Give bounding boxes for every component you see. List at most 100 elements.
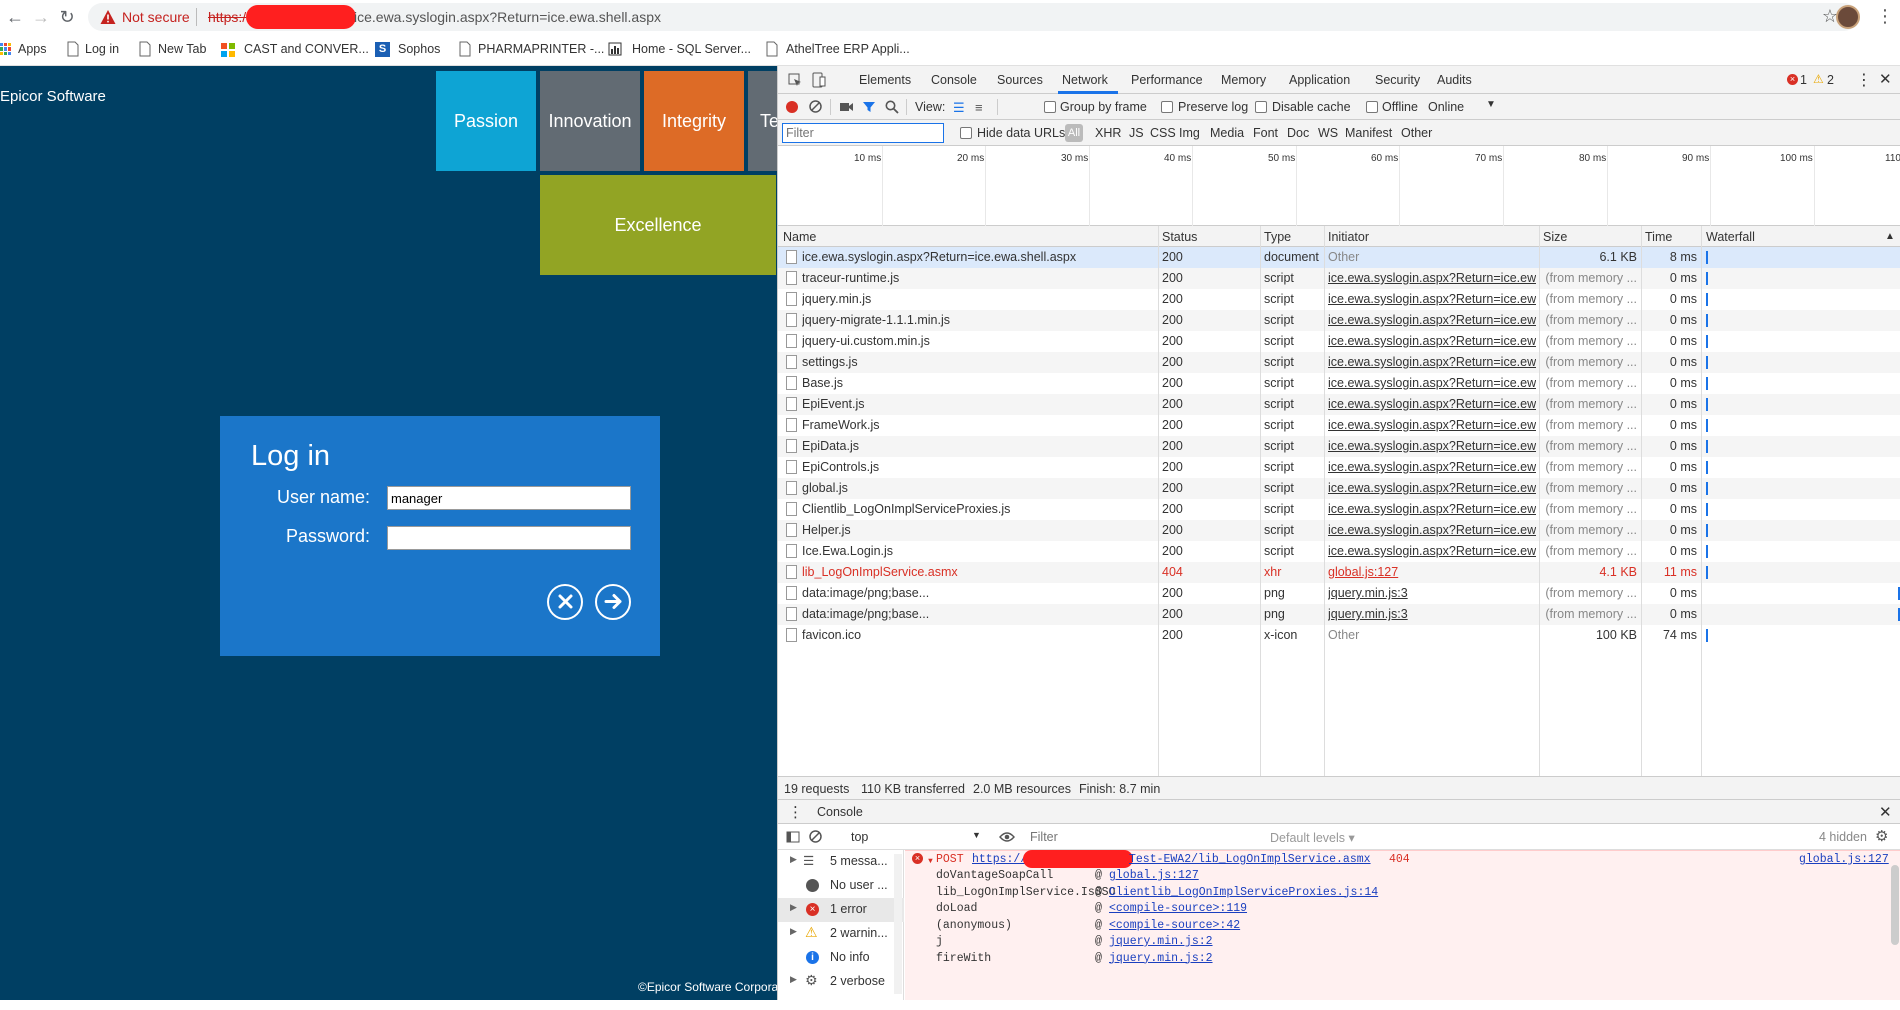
stack-location-link[interactable]: Clientlib_LogOnImplServiceProxies.js:14: [1109, 886, 1378, 899]
drawer-tab-console[interactable]: Console: [817, 805, 863, 819]
sidebar-toggle-icon[interactable]: [786, 831, 800, 843]
type-filter-xhr[interactable]: XHR: [1095, 126, 1121, 140]
bookmark-sql-server[interactable]: Home - SQL Server...: [632, 42, 751, 56]
address-bar[interactable]: Not secure https:/ ice.ewa.syslogin.aspx…: [88, 3, 1858, 31]
type-filter-other[interactable]: Other: [1401, 126, 1432, 140]
sidebar-item-warnings[interactable]: ▶ ⚠ 2 warnin...: [778, 922, 904, 946]
bookmark-atheltree[interactable]: AthelTree ERP Appli...: [786, 42, 910, 56]
console-error-message[interactable]: × ▾ POST https:// Test-EWA2/lib_LogOnImp…: [905, 850, 1900, 1000]
tab-elements[interactable]: Elements: [859, 73, 911, 87]
table-row[interactable]: data:image/png;base... 200 png jquery.min.j…: [778, 583, 1900, 604]
warning-count[interactable]: 2: [1827, 73, 1834, 87]
sort-up-icon[interactable]: ▲: [1885, 231, 1895, 242]
type-filter-all[interactable]: All: [1065, 124, 1083, 142]
type-filter-manifest[interactable]: Manifest: [1345, 126, 1392, 140]
tab-security[interactable]: Security: [1375, 73, 1420, 87]
bookmark-log-in[interactable]: Log in: [85, 42, 119, 56]
group-by-frame-checkbox[interactable]: [1044, 101, 1056, 113]
request-initiator[interactable]: ice.ewa.syslogin.aspx?Return=ice.ewa...: [1328, 523, 1536, 537]
type-filter-font[interactable]: Font: [1253, 126, 1278, 140]
table-row[interactable]: Clientlib_LogOnImplServiceProxies.js 200 s…: [778, 499, 1900, 520]
device-toolbar-icon[interactable]: [812, 72, 826, 88]
tab-performance[interactable]: Performance: [1131, 73, 1203, 87]
request-url-start[interactable]: https://: [972, 853, 1027, 866]
forward-icon[interactable]: →: [30, 6, 52, 28]
table-row[interactable]: ice.ewa.syslogin.aspx?Return=ice.ewa.she…: [778, 247, 1900, 268]
network-overview-timeline[interactable]: 10 ms 20 ms 30 ms 40 ms 50 ms 60 ms 70 m…: [778, 146, 1900, 226]
close-drawer-icon[interactable]: ✕: [1879, 803, 1892, 821]
back-icon[interactable]: ←: [4, 6, 26, 28]
tab-console[interactable]: Console: [931, 73, 977, 87]
stack-location-link[interactable]: jquery.min.js:2: [1109, 952, 1213, 965]
table-row[interactable]: EpiData.js 200 script ice.ewa.syslogin.aspx…: [778, 436, 1900, 457]
search-icon[interactable]: [885, 100, 899, 114]
stack-location-link[interactable]: <compile-source>:42: [1109, 919, 1240, 932]
column-waterfall[interactable]: Waterfall: [1706, 230, 1755, 244]
type-filter-img[interactable]: Img: [1179, 126, 1200, 140]
table-row[interactable]: data:image/png;base... 200 png jquery.min.j…: [778, 604, 1900, 625]
request-initiator[interactable]: ice.ewa.syslogin.aspx?Return=ice.ewa...: [1328, 502, 1536, 516]
table-row[interactable]: Ice.Ewa.Login.js 200 script ice.ewa.syslogi…: [778, 541, 1900, 562]
clear-icon[interactable]: [809, 100, 822, 113]
request-initiator[interactable]: jquery.min.js:3: [1328, 586, 1536, 600]
security-label[interactable]: Not secure: [122, 9, 190, 25]
expand-caret-icon[interactable]: ▾: [927, 853, 934, 868]
request-initiator[interactable]: ice.ewa.syslogin.aspx?Return=ice.ewa...: [1328, 544, 1536, 558]
table-row[interactable]: favicon.ico 200 x-icon Other 100 KB 74 ms: [778, 625, 1900, 646]
browser-menu-icon[interactable]: ⋮: [1876, 6, 1894, 27]
tab-memory[interactable]: Memory: [1221, 73, 1266, 87]
close-devtools-icon[interactable]: ✕: [1879, 70, 1892, 88]
table-row[interactable]: Base.js 200 script ice.ewa.syslogin.aspx?Re…: [778, 373, 1900, 394]
request-initiator[interactable]: ice.ewa.syslogin.aspx?Return=ice.ewa...: [1328, 292, 1536, 306]
waterfall-view-icon[interactable]: ≡: [975, 100, 983, 115]
console-filter-input[interactable]: [1026, 827, 1226, 847]
filter-icon[interactable]: [862, 100, 876, 114]
column-time[interactable]: Time: [1645, 230, 1672, 244]
request-initiator[interactable]: ice.ewa.syslogin.aspx?Return=ice.ewa...: [1328, 481, 1536, 495]
reload-icon[interactable]: ↻: [56, 6, 78, 28]
inspect-icon[interactable]: [788, 73, 802, 87]
bookmark-apps[interactable]: Apps: [18, 42, 47, 56]
sidebar-scrollbar[interactable]: [894, 854, 902, 994]
clear-console-icon[interactable]: [809, 830, 822, 843]
table-row[interactable]: jquery.min.js 200 script ice.ewa.syslogin.a…: [778, 289, 1900, 310]
devtools-menu-icon[interactable]: ⋮: [1856, 70, 1872, 90]
stack-location-link[interactable]: global.js:127: [1109, 869, 1199, 882]
request-initiator[interactable]: ice.ewa.syslogin.aspx?Return=ice.ewa...: [1328, 418, 1536, 432]
type-filter-doc[interactable]: Doc: [1287, 126, 1309, 140]
profile-avatar[interactable]: [1836, 5, 1860, 29]
gear-icon[interactable]: ⚙: [1875, 827, 1888, 845]
request-initiator[interactable]: ice.ewa.syslogin.aspx?Return=ice.ewa...: [1328, 271, 1536, 285]
column-size[interactable]: Size: [1543, 230, 1567, 244]
cancel-button[interactable]: [547, 584, 583, 620]
sidebar-item-errors[interactable]: ▶ × 1 error: [778, 898, 904, 922]
column-initiator[interactable]: Initiator: [1328, 230, 1369, 244]
username-input[interactable]: [387, 486, 631, 510]
table-row[interactable]: lib_LogOnImplService.asmx 404 xhr global.js…: [778, 562, 1900, 583]
bookmark-pharmaprinter[interactable]: PHARMAPRINTER -...: [478, 42, 604, 56]
tab-application[interactable]: Application: [1289, 73, 1350, 87]
preserve-log-checkbox[interactable]: [1161, 101, 1173, 113]
disable-cache-checkbox[interactable]: [1255, 101, 1267, 113]
messages-scrollbar[interactable]: [1891, 865, 1899, 945]
sidebar-item-verbose[interactable]: ▶ ⚙ 2 verbose: [778, 970, 904, 994]
table-row[interactable]: FrameWork.js 200 script ice.ewa.syslogin.as…: [778, 415, 1900, 436]
table-row[interactable]: EpiEvent.js 200 script ice.ewa.syslogin.asp…: [778, 394, 1900, 415]
record-icon[interactable]: [786, 101, 798, 113]
bookmark-cast-convert[interactable]: CAST and CONVER...: [244, 42, 369, 56]
type-filter-css[interactable]: CSS: [1150, 126, 1176, 140]
error-count[interactable]: 1: [1800, 73, 1807, 87]
request-initiator[interactable]: ice.ewa.syslogin.aspx?Return=ice.ewa...: [1328, 355, 1536, 369]
tab-network[interactable]: Network: [1062, 73, 1108, 87]
sidebar-item-info[interactable]: i No info: [778, 946, 904, 970]
password-input[interactable]: [387, 526, 631, 550]
stack-location-link[interactable]: jquery.min.js:2: [1109, 935, 1213, 948]
type-filter-media[interactable]: Media: [1210, 126, 1244, 140]
table-row[interactable]: settings.js 200 script ice.ewa.syslogin.asp…: [778, 352, 1900, 373]
eye-icon[interactable]: [999, 831, 1015, 843]
tab-audits[interactable]: Audits: [1437, 73, 1472, 87]
camera-icon[interactable]: [839, 101, 854, 113]
type-filter-js[interactable]: JS: [1129, 126, 1144, 140]
sidebar-item-messages[interactable]: ▶ ☰ 5 messa...: [778, 850, 904, 874]
table-row[interactable]: traceur-runtime.js 200 script ice.ewa.syslo…: [778, 268, 1900, 289]
